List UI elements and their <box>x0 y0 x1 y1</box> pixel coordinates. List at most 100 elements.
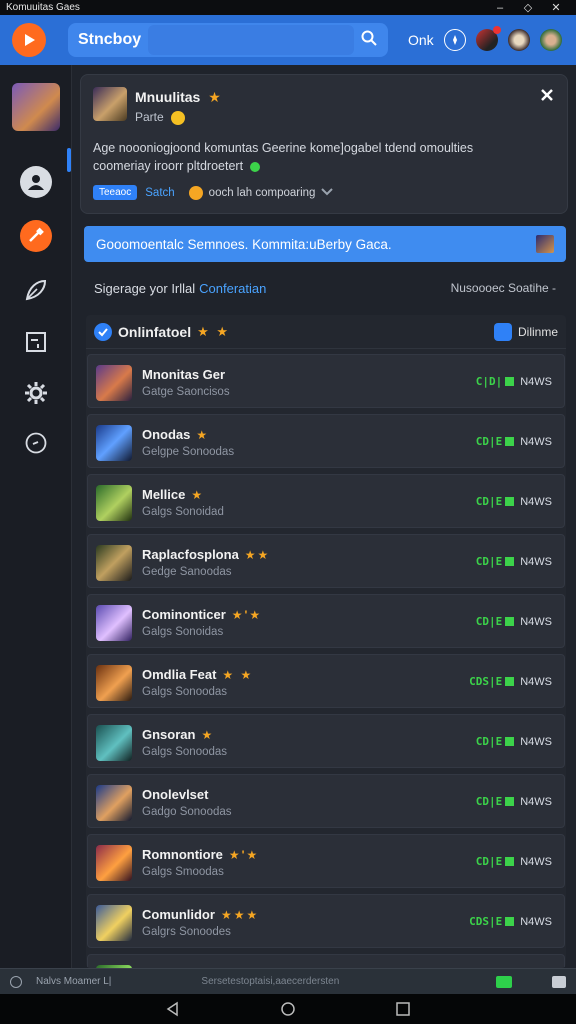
list-item-avatar <box>96 725 132 761</box>
status-count: N4WS <box>520 495 552 508</box>
status-text-2: Sersetestoptaisi,aaecerdersten <box>201 976 340 987</box>
list-item[interactable]: Onolevlset Gadgo Sonoodas CD|E N4WS <box>87 774 565 828</box>
star-rating: ★ <box>191 488 205 502</box>
app-logo[interactable] <box>12 23 46 57</box>
header-link[interactable]: Onk <box>408 32 434 48</box>
status-count: N4WS <box>520 615 552 628</box>
list-item-title: Cominonticer ★'★ <box>142 607 263 622</box>
feather-icon <box>25 279 47 301</box>
list-item-status: CD|E N4WS <box>476 555 552 568</box>
list-item-subtitle: Galgrs Sonoodes <box>142 926 231 938</box>
home-icon[interactable] <box>280 1001 296 1017</box>
list-item-title: Onodas ★ <box>142 427 210 442</box>
list-item[interactable]: Roosodollar★'★ <box>87 954 565 968</box>
banner-thumbnail <box>536 235 554 253</box>
chat-bubble-icon <box>25 432 47 454</box>
list-item[interactable]: Omdlia Feat ★ ★ Galgs Sonoodas CDS|E N4WS <box>87 654 565 708</box>
restore-button[interactable]: ◇ <box>514 1 542 14</box>
system-nav-bar <box>0 994 576 1024</box>
filter-row: Sigerage yor Irllal Conferatian Nusoooec… <box>94 281 556 296</box>
tag-pill[interactable]: Teeaoc <box>93 185 138 200</box>
list-item-avatar <box>96 485 132 521</box>
announcement-banner[interactable]: Gooomoentalc Semnoes. Kommita:uBerby Gac… <box>84 226 566 262</box>
online-indicator-icon <box>505 917 515 926</box>
star-rating: ★ ★ <box>222 668 254 682</box>
list-item-title: Romnontiore ★'★ <box>142 847 260 862</box>
status-badge: CD|E <box>475 555 503 568</box>
star-rating: ★★ <box>244 548 271 562</box>
search-input[interactable] <box>148 25 354 55</box>
filter-link[interactable]: Conferatian <box>199 281 266 296</box>
list-item[interactable]: Comunlidor ★★★ Galgrs Sonoodes CDS|E N4WS <box>87 894 565 948</box>
list-item-subtitle: Galgs Sonoodas <box>142 746 228 758</box>
main-content: Mnuulitas ★ Parte Age noooniogjoond komu… <box>72 65 576 968</box>
chevron-down-icon[interactable] <box>321 187 334 199</box>
list-item-subtitle: Gatge Saoncisos <box>142 386 230 398</box>
star-rating: ★'★ <box>228 848 260 862</box>
online-indicator-icon <box>505 377 515 386</box>
sidebar-item-profile[interactable] <box>20 166 52 198</box>
window-title: Komuuitas Gaes <box>6 2 80 13</box>
list-item-title: Onolevlset <box>142 787 209 802</box>
recents-icon[interactable] <box>395 1001 411 1017</box>
list-item[interactable]: Mellice ★ Galgs Sonoidad CD|E N4WS <box>87 474 565 528</box>
list-item-status: CD|E N4WS <box>476 495 552 508</box>
minimize-button[interactable]: – <box>486 2 514 14</box>
sidebar-item-explore[interactable] <box>20 274 52 306</box>
star-rating: ★'★ <box>231 608 263 622</box>
status-badge: CDS|E <box>469 675 503 688</box>
featured-thumbnail[interactable] <box>93 87 127 121</box>
list-item[interactable]: Cominonticer ★'★ Galgs Sonoidas CD|E N4WS <box>87 594 565 648</box>
list-item[interactable]: Romnontiore ★'★ Galgs Smoodas CD|E N4WS <box>87 834 565 888</box>
list-item-title: Mnonitas Ger <box>142 367 226 382</box>
list-item[interactable]: Onodas ★ Gelgpe Sonoodas CD|E N4WS <box>87 414 565 468</box>
meta-text: ooch lah compoaring <box>208 186 316 199</box>
list-item-status: CDS|E N4WS <box>469 915 552 928</box>
list-item-avatar <box>96 605 132 641</box>
compass-icon[interactable] <box>443 29 466 51</box>
status-count: N4WS <box>520 675 552 688</box>
hammer-icon <box>29 227 44 242</box>
list-item[interactable]: Raplacfosplona ★★ Gedge Sanoodas CD|E N4WS <box>87 534 565 588</box>
friend-avatar[interactable] <box>507 29 530 51</box>
list-item-title: Raplacfosplona ★★ <box>142 547 271 562</box>
list-item[interactable]: Mnonitas Ger Gatge Saoncisos C|D| N4WS <box>87 354 565 408</box>
sidebar-item-documents[interactable] <box>20 326 52 358</box>
star-rating: ★ <box>201 728 215 742</box>
list-item-avatar <box>96 665 132 701</box>
list-item[interactable]: Gnsoran ★ Galgs Sonoodas CD|E N4WS <box>87 714 565 768</box>
list-item-avatar <box>96 845 132 881</box>
status-count: N4WS <box>520 555 552 568</box>
star-rating: ★ ★ <box>197 323 231 339</box>
check-icon[interactable] <box>94 322 112 341</box>
sort-dropdown[interactable]: Nusoooec Soatihe - <box>451 281 556 296</box>
sidebar-item-chat[interactable] <box>20 427 52 459</box>
profile-avatar[interactable] <box>12 83 60 131</box>
window-title-bar: Komuuitas Gaes – ◇ ✕ <box>0 0 576 15</box>
status-online-icon <box>496 975 512 988</box>
status-count: N4WS <box>520 735 552 748</box>
sidebar-item-tools[interactable] <box>20 220 52 252</box>
list-header-label: Onlinfatoel <box>118 323 192 340</box>
meta-link[interactable]: Satch <box>145 187 174 199</box>
featured-card: Mnuulitas ★ Parte Age noooniogjoond komu… <box>80 74 568 214</box>
close-icon[interactable] <box>537 85 557 105</box>
user-avatar[interactable] <box>539 29 562 51</box>
online-indicator-icon <box>505 857 515 866</box>
sidebar-item-settings[interactable] <box>20 377 52 409</box>
list-item-subtitle: Galgs Sonoodas <box>142 686 228 698</box>
notification-avatar[interactable] <box>475 26 501 51</box>
status-count: N4WS <box>520 795 552 808</box>
star-icon: ★ <box>208 89 221 105</box>
online-toggle[interactable]: Dilinme <box>493 322 558 341</box>
check-badge-icon <box>249 161 260 172</box>
close-window-button[interactable]: ✕ <box>542 1 570 14</box>
search-icon[interactable] <box>360 29 378 52</box>
featured-sub: Parte <box>135 110 186 125</box>
status-chat-icon[interactable] <box>552 975 566 988</box>
list-item-title: Gnsoran ★ <box>142 727 215 742</box>
list-item-status: C|D| N4WS <box>476 375 552 388</box>
search-label: Stncboy <box>78 31 142 48</box>
status-text-1: Nalvs Moamer L| <box>36 976 112 987</box>
back-icon[interactable] <box>165 1001 181 1017</box>
